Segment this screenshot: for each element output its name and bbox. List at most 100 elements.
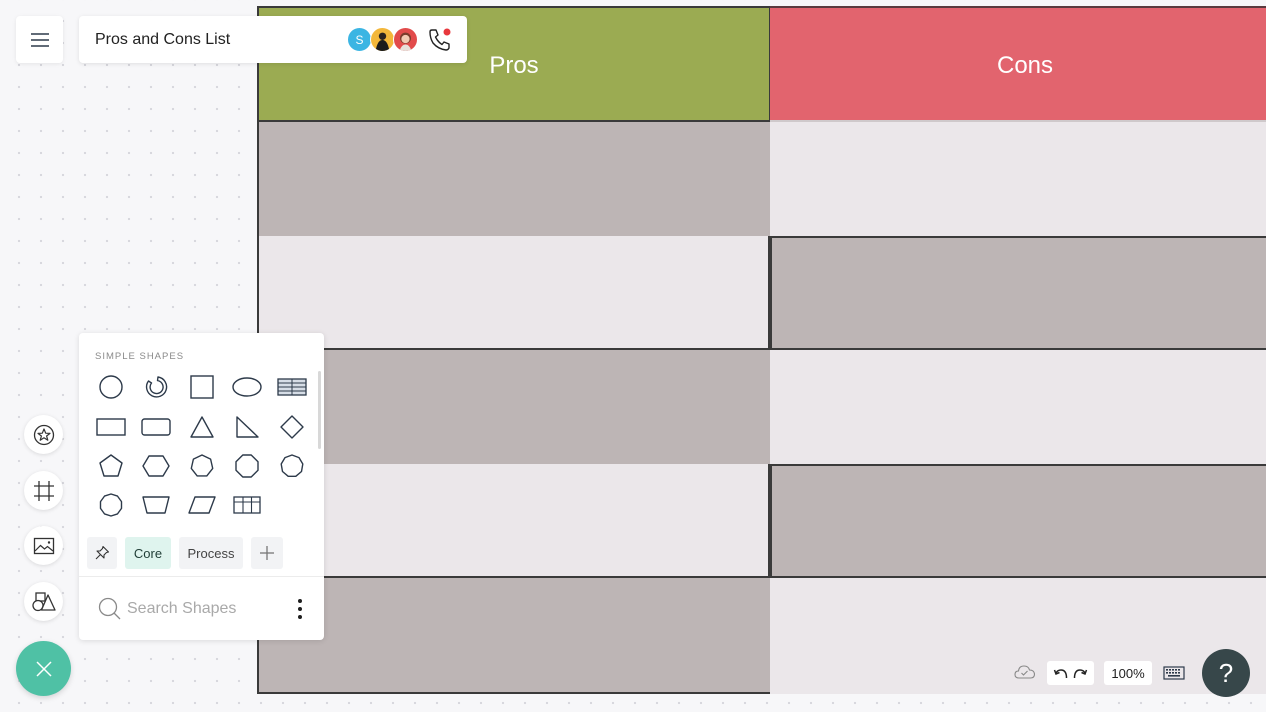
close-panel-button[interactable]	[16, 641, 71, 696]
triangle-icon	[190, 416, 214, 438]
redo-icon	[1074, 669, 1088, 679]
avatar-initial: S	[355, 32, 364, 47]
right-triangle-icon	[236, 416, 259, 438]
collaborator-avatars: S	[347, 27, 418, 52]
shape-rectangle[interactable]	[91, 409, 131, 445]
avatar[interactable]	[370, 27, 395, 52]
pros-cell-1[interactable]	[257, 122, 770, 236]
undo-icon	[1053, 669, 1067, 679]
shape-decagon[interactable]	[91, 487, 131, 523]
document-title-bar: Pros and Cons List S	[79, 16, 467, 63]
pin-icon	[95, 545, 110, 560]
shape-arc[interactable]	[136, 369, 176, 405]
arc-icon	[145, 376, 168, 398]
pentagon-icon	[99, 454, 123, 477]
keyboard-icon	[1163, 666, 1185, 680]
nonagon-icon	[280, 454, 304, 477]
shape-library-tabs: Core Process	[87, 537, 283, 569]
decagon-icon	[99, 493, 123, 517]
shape-rounded-rectangle[interactable]	[136, 409, 176, 445]
shape-hexagon[interactable]	[136, 448, 176, 484]
search-icon	[98, 597, 121, 620]
shapes-section-title: SIMPLE SHAPES	[95, 351, 185, 362]
header-cons[interactable]: Cons	[770, 6, 1266, 122]
phone-icon	[429, 28, 451, 51]
avatar[interactable]: S	[347, 27, 372, 52]
frame-button[interactable]	[24, 471, 63, 510]
undo-button[interactable]	[1053, 666, 1069, 680]
shape-pentagon[interactable]	[91, 448, 131, 484]
shape-table-grid[interactable]	[227, 487, 267, 523]
shape-table-striped[interactable]	[272, 369, 312, 405]
header-pros-label: Pros	[489, 52, 539, 79]
square-icon	[190, 375, 214, 399]
search-placeholder: Search Shapes	[127, 600, 237, 617]
shapes-button[interactable]	[24, 582, 63, 621]
shape-circle[interactable]	[91, 369, 131, 405]
frame-icon	[33, 480, 54, 501]
avatar[interactable]	[393, 27, 418, 52]
hexagon-icon	[142, 455, 170, 477]
pin-library-button[interactable]	[87, 537, 117, 569]
divider	[79, 576, 324, 577]
tab-process[interactable]: Process	[179, 537, 243, 569]
parallelogram-icon	[188, 496, 216, 514]
person-photo-icon	[375, 32, 390, 51]
kebab-dot	[298, 615, 302, 619]
add-library-button[interactable]	[251, 537, 283, 569]
pros-cell-5[interactable]	[257, 578, 770, 694]
shape-trapezoid[interactable]	[136, 487, 176, 523]
main-menu-button[interactable]	[16, 16, 63, 63]
pros-cell-4[interactable]	[257, 464, 770, 578]
ellipse-icon	[232, 377, 262, 397]
cons-cell-2[interactable]	[770, 236, 1266, 350]
octagon-icon	[235, 454, 259, 478]
search-shapes-input[interactable]: Search Shapes	[97, 596, 236, 622]
rounded-rectangle-icon	[141, 418, 171, 436]
kebab-dot	[298, 599, 302, 603]
heptagon-icon	[190, 454, 214, 477]
shape-ellipse[interactable]	[227, 369, 267, 405]
save-status	[1013, 662, 1037, 687]
image-button[interactable]	[24, 526, 63, 565]
hamburger-icon	[30, 32, 49, 47]
shapes-panel: SIMPLE SHAPES Core Process Search Shapes	[79, 333, 324, 640]
help-label: ?	[1218, 657, 1234, 688]
cons-cell-4[interactable]	[770, 464, 1266, 578]
help-button[interactable]: ?	[1202, 649, 1250, 697]
cons-cell-1[interactable]	[770, 122, 1266, 236]
call-button[interactable]	[426, 26, 454, 54]
undo-redo-group	[1047, 661, 1094, 685]
cons-cell-3[interactable]	[770, 350, 1266, 464]
shape-octagon[interactable]	[227, 448, 267, 484]
shape-heptagon[interactable]	[182, 448, 222, 484]
shape-nonagon[interactable]	[272, 448, 312, 484]
templates-button[interactable]	[24, 415, 63, 454]
keyboard-shortcuts-button[interactable]	[1163, 665, 1185, 686]
zoom-level-button[interactable]: 100%	[1104, 661, 1152, 685]
shape-right-triangle[interactable]	[227, 409, 267, 445]
table-icon	[233, 496, 261, 514]
pros-cell-3[interactable]	[257, 350, 770, 464]
plus-icon	[260, 546, 274, 560]
circle-icon	[99, 375, 123, 399]
cloud-saved-icon	[1014, 665, 1036, 679]
rectangle-icon	[96, 418, 126, 436]
shape-diamond[interactable]	[272, 409, 312, 445]
shapes-scrollbar[interactable]	[318, 371, 321, 449]
star-sticker-icon	[33, 424, 54, 445]
pros-cell-2[interactable]	[257, 236, 770, 350]
header-cons-label: Cons	[996, 52, 1054, 79]
kebab-dot	[298, 607, 302, 611]
close-icon	[35, 660, 52, 677]
tab-core[interactable]: Core	[125, 537, 171, 569]
more-options-button[interactable]	[293, 597, 307, 621]
pros-cons-table: Pros Cons	[257, 6, 1266, 695]
shape-parallelogram[interactable]	[182, 487, 222, 523]
document-title[interactable]: Pros and Cons List	[95, 31, 230, 49]
shapes-icon	[31, 591, 56, 611]
person-photo-icon	[399, 32, 412, 51]
shape-triangle[interactable]	[182, 409, 222, 445]
redo-button[interactable]	[1072, 666, 1088, 680]
shape-square[interactable]	[182, 369, 222, 405]
